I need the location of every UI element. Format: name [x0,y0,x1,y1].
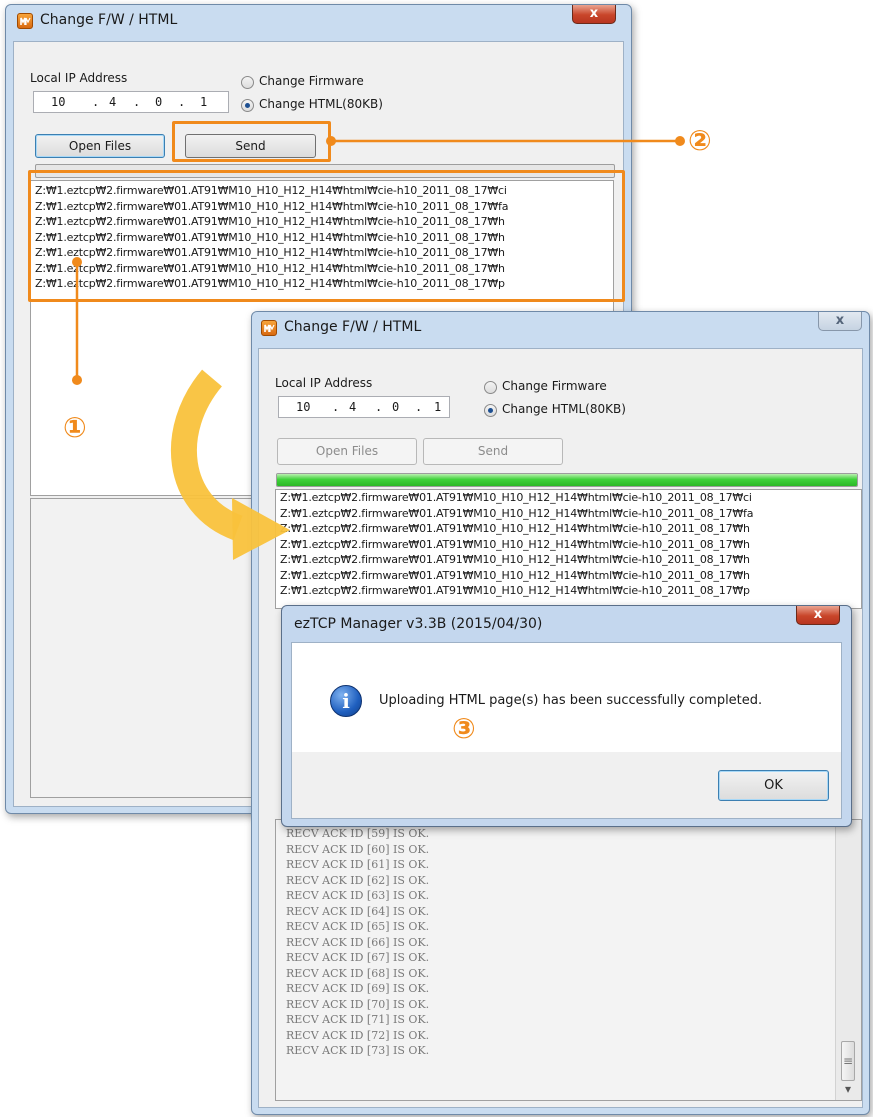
open-files-label: Open Files [315,444,379,458]
dialog-title-bar[interactable]: ezTCP Manager v3.3B (2015/04/30) x [282,606,851,636]
file-list[interactable]: Z:₩1.eztcp₩2.firmware₩01.AT91₩M10_H10_H1… [275,489,862,609]
ip-dot: . [133,95,141,109]
app-icon [17,13,33,29]
success-dialog: ezTCP Manager v3.3B (2015/04/30) x i Upl… [281,605,852,827]
local-ip-label: Local IP Address [275,376,373,390]
dialog-body: i Uploading HTML page(s) has been succes… [291,642,842,752]
scroll-down-icon[interactable]: ▾ [836,1082,860,1096]
send-label: Send [477,444,509,458]
file-list-item[interactable]: Z:₩1.eztcp₩2.firmware₩01.AT91₩M10_H10_H1… [280,491,752,504]
log-line: RECV ACK ID [69] IS OK. [286,982,430,995]
log-line: RECV ACK ID [72] IS OK. [286,1028,430,1042]
open-files-button[interactable]: Open Files [35,134,165,158]
change-html-label[interactable]: Change HTML(80KB) [502,402,626,416]
close-button[interactable]: x [818,312,862,331]
log-line: RECV ACK ID [68] IS OK. [286,966,430,980]
ip-octet-2: 4 [109,95,117,109]
progress-bar [276,473,858,487]
change-html-radio[interactable] [241,99,254,112]
window-title: Change F/W / HTML [284,319,422,335]
close-icon: x [813,607,823,622]
file-list-item[interactable]: Z:₩1.eztcp₩2.firmware₩01.AT91₩M10_H10_H1… [280,538,750,551]
dialog-title: ezTCP Manager v3.3B (2015/04/30) [294,616,543,632]
dialog-message: Uploading HTML page(s) has been successf… [379,693,763,708]
ip-dot: . [415,400,423,414]
scroll-thumb[interactable]: ≡ [841,1041,855,1081]
callout-1: ① [63,411,87,444]
title-bar[interactable]: Change F/W / HTML x [6,5,631,35]
app-icon [261,320,277,336]
dialog-footer: OK [291,752,842,819]
change-firmware-radio[interactable] [241,76,254,89]
file-list-item[interactable]: Z:₩1.eztcp₩2.firmware₩01.AT91₩M10_H10_H1… [280,569,750,582]
ok-label: OK [764,778,783,793]
file-list-item[interactable]: Z:₩1.eztcp₩2.firmware₩01.AT91₩M10_H10_H1… [280,553,750,566]
window-title: Change F/W / HTML [40,12,178,28]
progress-fill [277,474,857,486]
log-scrollbar[interactable]: ≡ ▾ [835,820,861,1100]
ip-dot: . [178,95,186,109]
send-button-highlight [172,121,331,162]
close-button[interactable]: x [572,5,616,24]
ok-button[interactable]: OK [718,770,829,801]
ip-octet-4: 1 [200,95,208,109]
log-line: RECV ACK ID [73] IS OK. [286,1044,430,1057]
open-files-label: Open Files [68,139,132,153]
ip-octet-2: 4 [349,400,357,414]
dialog-close-button[interactable]: x [796,606,840,625]
change-html-label[interactable]: Change HTML(80KB) [259,97,383,111]
change-firmware-radio[interactable] [484,381,497,394]
file-list-item[interactable]: Z:₩1.eztcp₩2.firmware₩01.AT91₩M10_H10_H1… [280,522,750,535]
file-list-item[interactable]: Z:₩1.eztcp₩2.firmware₩01.AT91₩M10_H10_H1… [280,584,750,597]
ip-octet-4: 1 [434,400,442,414]
ip-dot: . [375,400,383,414]
log-line: RECV ACK ID [70] IS OK. [286,997,430,1011]
local-ip-input[interactable]: 10 . 4 . 0 . 1 [33,91,229,113]
file-list-highlight [28,170,625,302]
log-line: RECV ACK ID [67] IS OK. [286,951,430,964]
log-line: RECV ACK ID [64] IS OK. [286,904,430,918]
log-line: RECV ACK ID [63] IS OK. [286,889,430,902]
log-line: RECV ACK ID [59] IS OK. [286,827,430,840]
open-files-button[interactable]: Open Files [277,438,417,465]
change-firmware-label[interactable]: Change Firmware [502,379,607,393]
change-html-radio[interactable] [484,404,497,417]
change-firmware-label[interactable]: Change Firmware [259,74,364,88]
log-line: RECV ACK ID [66] IS OK. [286,935,430,949]
callout-2: ② [688,124,712,157]
file-list-item[interactable]: Z:₩1.eztcp₩2.firmware₩01.AT91₩M10_H10_H1… [280,507,753,520]
local-ip-label: Local IP Address [30,71,128,85]
ip-dot: . [332,400,340,414]
local-ip-input[interactable]: 10 . 4 . 0 . 1 [278,396,450,418]
close-icon: x [835,313,845,328]
log-line: RECV ACK ID [61] IS OK. [286,858,430,871]
scroll-grip-icon: ≡ [842,1054,854,1068]
title-bar[interactable]: Change F/W / HTML x [252,312,869,342]
callout-3: ③ [452,712,476,745]
log-line: RECV ACK ID [71] IS OK. [286,1013,430,1026]
ip-octet-1: 10 [51,95,66,109]
ip-octet-1: 10 [296,400,311,414]
info-icon: i [330,685,362,717]
log-list[interactable]: RECV ACK ID [59] IS OK. RECV ACK ID [60] … [275,819,862,1101]
ip-dot: . [92,95,100,109]
close-icon: x [589,6,599,21]
send-button[interactable]: Send [423,438,563,465]
ip-octet-3: 0 [392,400,400,414]
log-line: RECV ACK ID [60] IS OK. [286,842,430,856]
ip-octet-3: 0 [155,95,163,109]
info-glyph: i [342,689,350,713]
log-line: RECV ACK ID [62] IS OK. [286,873,430,887]
log-line: RECV ACK ID [65] IS OK. [286,920,430,933]
